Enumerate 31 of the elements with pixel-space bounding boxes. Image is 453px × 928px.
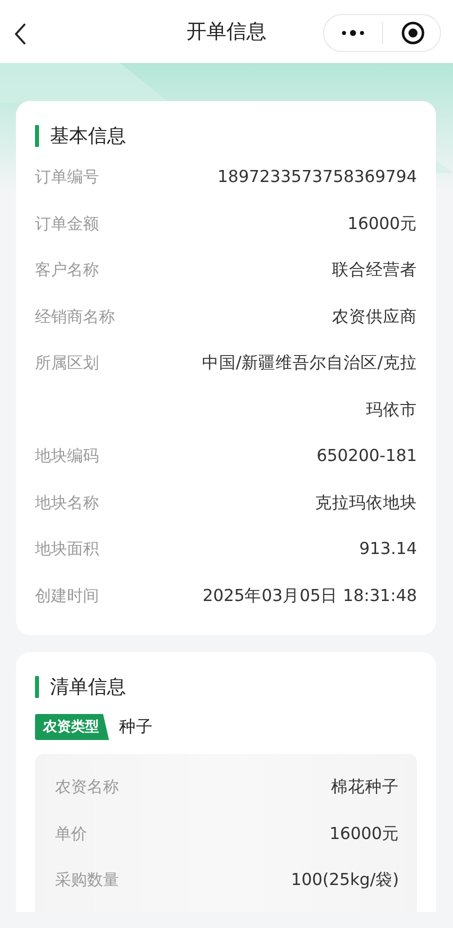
field-label: 订单编号: [35, 166, 99, 188]
field-value: 1897233573758369794: [218, 166, 417, 188]
field-label: 采购数量: [55, 869, 119, 891]
field-value: 16000元: [330, 822, 399, 844]
field-value: 913.14: [359, 538, 417, 560]
field-value: 克拉玛依地块: [315, 492, 417, 514]
field-label: 地块面积: [35, 538, 99, 560]
field-value: 农资供应商: [332, 306, 417, 328]
field-value: 2025年03月05日 18:31:48: [202, 584, 417, 606]
field-label: 客户名称: [35, 259, 99, 281]
field-value: 棉花种子: [331, 776, 399, 798]
field-value: 100(25kg/袋): [291, 869, 399, 891]
field-label: 所属区划: [35, 352, 99, 374]
field-label: 订单金额: [35, 212, 99, 234]
page-title: 开单信息: [186, 18, 266, 45]
field-label: 地块编码: [35, 445, 99, 467]
field-label: 单价: [55, 822, 87, 844]
field-label: 创建时间: [35, 584, 99, 606]
field-value: 联合经营者: [332, 259, 417, 281]
type-tag: 农资类型: [35, 714, 109, 740]
section-title: 基本信息: [50, 124, 126, 149]
field-value: 16000元: [348, 212, 417, 234]
section-title: 清单信息: [50, 675, 126, 700]
field-label: 地块名称: [35, 492, 99, 514]
type-value: 种子: [119, 716, 153, 738]
field-label: 经销商名称: [35, 306, 115, 328]
section-marker: [35, 125, 39, 147]
field-value: 650200-181: [316, 445, 417, 467]
section-marker: [35, 676, 39, 698]
field-value: 中国/新疆维吾尔自治区/克拉玛依市: [200, 352, 417, 420]
field-label: 农资名称: [55, 776, 119, 798]
